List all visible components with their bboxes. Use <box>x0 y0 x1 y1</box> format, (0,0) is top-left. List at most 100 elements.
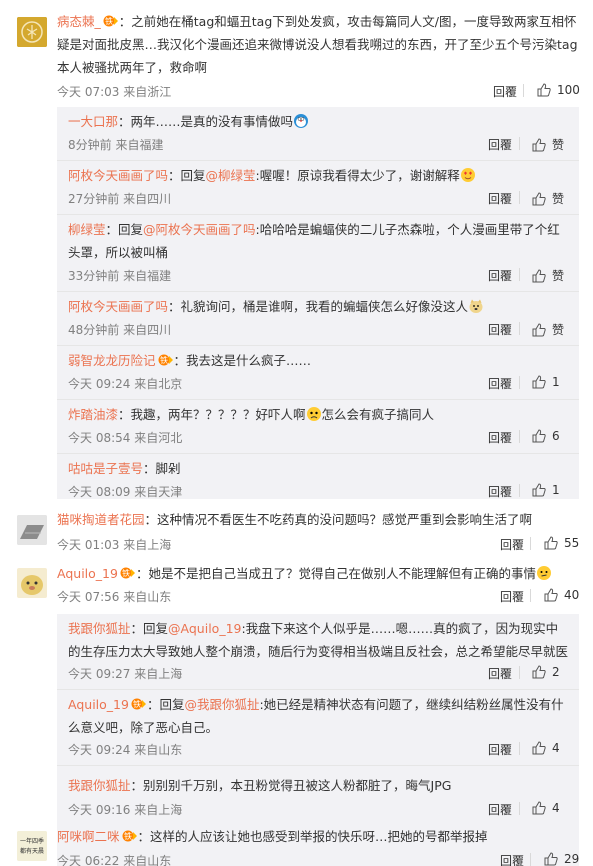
reply-item: 一大口那：两年……是真的没有事情做吗 8分钟前 来自福建 回覆 赞 <box>68 113 565 153</box>
thumb-up-icon <box>532 323 546 337</box>
svg-text:一年四季: 一年四季 <box>20 837 44 845</box>
username-link[interactable]: 一大口那 <box>68 114 118 129</box>
username-link[interactable]: Aquilo_19 <box>57 566 118 581</box>
like-button[interactable]: 1 <box>532 483 560 497</box>
doraemon-emoji-icon <box>293 113 309 129</box>
thumb-up-icon <box>544 536 558 550</box>
avatar[interactable]: 一年四季 都有天晨 <box>17 831 47 861</box>
reply-item: 咕咕是子壹号：脚剁 今天 08:09 来自天津 回覆 1 <box>68 461 560 500</box>
fan-badge-icon: 铁 <box>103 12 119 27</box>
timestamp: 27分钟前 来自四川 <box>68 192 172 206</box>
svg-text:都有天晨: 都有天晨 <box>20 847 44 855</box>
reply-item: 弱智龙龙历险记铁：我去这是什么疯子…… 今天 09:24 来自北京 回覆 1 <box>68 351 560 392</box>
username-link[interactable]: 我跟你狐扯 <box>68 621 131 636</box>
timestamp: 今天 09:24 来自北京 <box>68 377 183 391</box>
svg-text:铁: 铁 <box>160 355 168 365</box>
username-link[interactable]: 阿枚今天画画了吗 <box>68 299 168 314</box>
like-button[interactable]: 40 <box>544 588 579 602</box>
like-button[interactable]: 4 <box>532 741 560 755</box>
reply-item: 柳绿莹：回复@阿枚今天画画了吗:哈哈哈是蝙蝠侠的二儿子杰森啦，个人漫画里带了个红… <box>68 222 565 284</box>
svg-text:铁: 铁 <box>122 568 130 578</box>
like-button[interactable]: 29 <box>544 852 579 866</box>
like-button[interactable]: 赞 <box>532 190 564 207</box>
timestamp: 48分钟前 来自四川 <box>68 323 172 337</box>
thumb-up-icon <box>532 665 546 679</box>
svg-text:铁: 铁 <box>105 16 113 26</box>
fan-badge-icon: 铁 <box>120 564 136 579</box>
like-button[interactable]: 6 <box>532 429 560 443</box>
like-button[interactable]: 100 <box>537 83 580 97</box>
reply-button[interactable]: 回覆 <box>488 741 512 758</box>
username-link[interactable]: 炸踏油漆 <box>68 407 118 422</box>
timestamp: 8分钟前 来自福建 <box>68 138 164 152</box>
reply-button[interactable]: 回覆 <box>500 536 524 553</box>
reply-item: 阿枚今天画画了吗：礼貌询问，桶是谁啊，我看的蝙蝠侠怎么好像没这人 48分钟前 来… <box>68 299 565 338</box>
reply-button[interactable]: 回覆 <box>488 429 512 446</box>
heart-face-emoji-icon <box>460 167 476 183</box>
mention-link[interactable]: @柳绿莹 <box>206 168 256 183</box>
reply-button[interactable]: 回覆 <box>488 190 512 207</box>
like-button[interactable]: 赞 <box>532 321 564 338</box>
thumb-up-icon <box>532 375 546 389</box>
worried-face-emoji-icon <box>306 406 322 422</box>
timestamp: 今天 07:56 来自山东 <box>57 590 172 604</box>
like-button[interactable]: 55 <box>544 536 579 550</box>
reply-item: 阿枚今天画画了吗：回复@柳绿莹:喔喔！原谅我看得太少了，谢谢解释 27分钟前 来… <box>68 167 565 207</box>
divider <box>523 84 524 97</box>
reply-button[interactable]: 回覆 <box>488 267 512 284</box>
reply-button[interactable]: 回覆 <box>488 801 512 818</box>
username-link[interactable]: 我跟你狐扯 <box>68 778 131 793</box>
thumb-up-icon <box>532 138 546 152</box>
username-link[interactable]: 咕咕是子壹号 <box>68 461 143 476</box>
fan-badge-icon: 铁 <box>131 695 147 710</box>
like-button[interactable]: 2 <box>532 665 560 679</box>
thumb-up-icon <box>532 741 546 755</box>
reply-button[interactable]: 回覆 <box>488 483 512 500</box>
reply-button[interactable]: 回覆 <box>500 588 524 605</box>
reply-button[interactable]: 回覆 <box>500 852 524 866</box>
like-button[interactable]: 1 <box>532 375 560 389</box>
thumb-up-icon <box>544 852 558 866</box>
like-button[interactable]: 赞 <box>532 267 564 284</box>
thinking-face-emoji-icon <box>536 565 552 581</box>
username-link[interactable]: 柳绿莹 <box>68 222 106 237</box>
timestamp: 今天 09:27 来自上海 <box>68 667 183 681</box>
reply-button[interactable]: 回覆 <box>488 375 512 392</box>
mention-link[interactable]: @我跟你狐扯 <box>184 697 259 712</box>
username-link[interactable]: 阿枚今天画画了吗 <box>68 168 168 183</box>
thumb-up-icon <box>537 83 551 97</box>
reply-button[interactable]: 回覆 <box>488 665 512 682</box>
username-link[interactable]: Aquilo_19 <box>68 697 129 712</box>
thumb-up-icon <box>532 269 546 283</box>
reply-item: 我跟你狐扯：别别别千万别，本丑粉觉得丑被这人粉都脏了，晦气JPG 今天 09:1… <box>68 778 560 818</box>
username-link[interactable]: 病态棘_ <box>57 14 101 29</box>
reply-item: 炸踏油漆：我趣，两年？？？？？好吓人啊 怎么会有疯子搞同人 今天 08:54 来自… <box>68 406 560 446</box>
comment-text: 病态棘_ 铁：之前她在桶tag和蝠丑tag下到处发疯，攻击每篇同人文/图，一度导致… <box>57 12 578 75</box>
avatar[interactable] <box>17 515 47 545</box>
avatar[interactable] <box>17 568 47 598</box>
timestamp: 今天 09:16 来自上海 <box>68 803 183 817</box>
timestamp: 今天 08:09 来自天津 <box>68 485 183 499</box>
timestamp: 今天 09:24 来自山东 <box>68 743 183 757</box>
avatar[interactable] <box>17 17 47 47</box>
mention-link[interactable]: @阿枚今天画画了吗 <box>143 222 256 237</box>
svg-text:铁: 铁 <box>133 699 141 709</box>
username-link[interactable]: 弱智龙龙历险记 <box>68 353 156 368</box>
reply-thread: 一大口那：两年……是真的没有事情做吗 8分钟前 来自福建 回覆 赞 阿枚今天画画… <box>57 107 579 499</box>
reply-button[interactable]: 回覆 <box>493 83 517 100</box>
username-link[interactable]: 阿咪啊二咪 <box>57 829 120 844</box>
svg-text:铁: 铁 <box>124 831 132 841</box>
reply-button[interactable]: 回覆 <box>488 321 512 338</box>
mention-link[interactable]: @Aquilo_19 <box>168 621 241 636</box>
like-button[interactable]: 4 <box>532 801 560 815</box>
fan-badge-icon: 铁 <box>158 351 174 366</box>
timestamp: 33分钟前 来自福建 <box>68 269 172 283</box>
reply-button[interactable]: 回覆 <box>488 136 512 153</box>
timestamp: 今天 01:03 来自上海 <box>57 538 172 552</box>
like-button[interactable]: 赞 <box>532 136 564 153</box>
username-link[interactable]: 猫咪掏道者花园 <box>57 512 145 527</box>
thumb-up-icon <box>532 483 546 497</box>
fan-badge-icon: 铁 <box>122 827 138 842</box>
timestamp: 今天 07:03 来自浙江 <box>57 85 172 99</box>
timestamp: 今天 06:22 来自山东 <box>57 854 172 866</box>
